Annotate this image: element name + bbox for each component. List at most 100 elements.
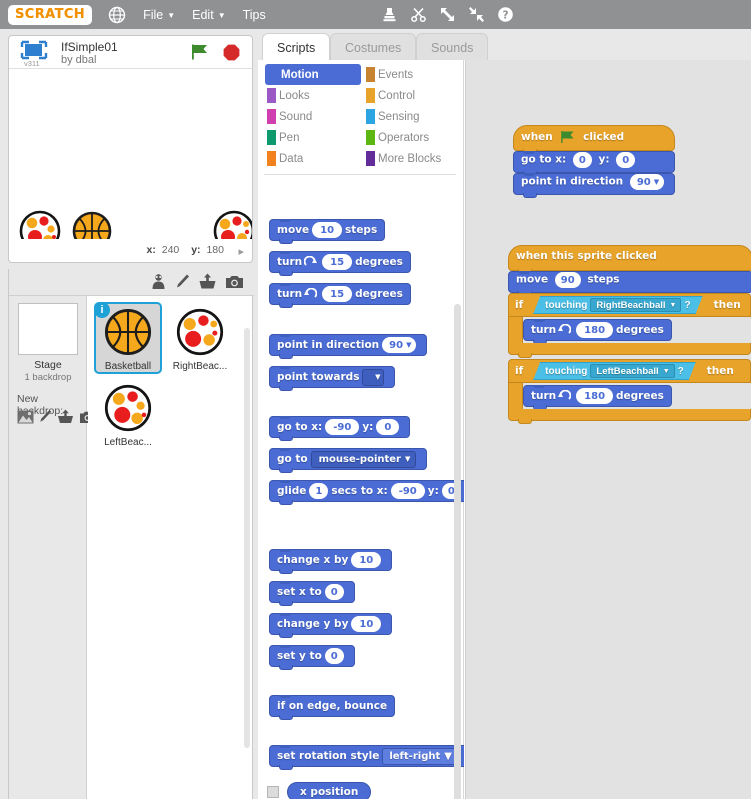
palette-block-change-x-by[interactable]: change x by 10	[269, 549, 393, 574]
sprite-item-leftbeachball[interactable]: LeftBeac...	[94, 378, 162, 450]
palette-block-if-on-edge-bounce[interactable]: if on edge, bounce	[269, 695, 396, 720]
block-go-to-xy[interactable]: go to x: 0 y: 0	[513, 151, 676, 176]
green-flag-icon[interactable]	[190, 43, 210, 66]
if-header[interactable]: if touching RightBeachball ▼ ? then	[508, 293, 751, 317]
palette-scrollbar[interactable]	[454, 304, 461, 799]
point-towards-dropdown[interactable]	[362, 368, 385, 386]
glide-x-input[interactable]: -90	[390, 483, 425, 499]
stamp-icon[interactable]	[381, 6, 398, 23]
change-x-input[interactable]: 10	[351, 552, 382, 568]
upload-backdrop-icon[interactable]	[57, 409, 74, 429]
scissors-icon[interactable]	[410, 6, 427, 23]
category-data[interactable]: Data	[265, 148, 361, 169]
palette-block-turn-cw[interactable]: turn 15 degrees	[269, 251, 411, 276]
palette-block-x-position[interactable]: x position	[287, 782, 372, 799]
menu-tips[interactable]: Tips	[243, 8, 266, 22]
category-sensing[interactable]: Sensing	[364, 106, 460, 127]
goto-y-input[interactable]: 0	[616, 152, 636, 168]
block-if-touching-rightbeachball[interactable]: if touching RightBeachball ▼ ? then turn…	[508, 293, 751, 358]
menu-edit[interactable]: Edit ▼	[192, 8, 225, 22]
touching-target-dropdown[interactable]: RightBeachball ▼	[590, 298, 681, 312]
stop-icon[interactable]	[223, 44, 240, 61]
palette-block-go-to-xy[interactable]: go to x: -90 y: 0	[269, 416, 411, 441]
block-point-in-direction[interactable]: point in direction 90 ▼	[513, 173, 676, 198]
expand-arrow-icon[interactable]: ▸	[238, 245, 244, 258]
category-more-blocks[interactable]: More Blocks	[364, 148, 460, 169]
choose-backdrop-icon[interactable]	[17, 410, 34, 429]
palette-block-glide[interactable]: glide 1 secs to x: -90 y: 0	[269, 480, 464, 505]
category-pen[interactable]: Pen	[265, 127, 361, 148]
move-steps-input[interactable]: 10	[312, 222, 343, 238]
block-text: move	[277, 224, 310, 236]
stage-sprite-rightbeachball[interactable]	[213, 210, 252, 239]
point-direction-dropdown[interactable]: 90 ▼	[629, 174, 665, 190]
sprite-info-icon[interactable]: i	[94, 302, 110, 318]
palette-block-point-towards[interactable]: point towards	[269, 366, 396, 391]
turn-cw-input[interactable]: 15	[322, 254, 353, 270]
rotation-style-dropdown[interactable]: left-right ▼	[382, 747, 457, 765]
palette-block-point-in-direction[interactable]: point in direction 90 ▼	[269, 334, 428, 359]
category-looks[interactable]: Looks	[265, 85, 361, 106]
block-when-this-sprite-clicked[interactable]: when this sprite clicked	[508, 245, 751, 274]
sprite-item-rightbeachball[interactable]: RightBeac...	[166, 302, 234, 374]
block-move-steps[interactable]: move 90 steps	[508, 271, 751, 296]
goto-x-input[interactable]: -90	[325, 419, 360, 435]
turn-degrees-input[interactable]: 180	[576, 388, 614, 404]
shrink-icon[interactable]	[468, 6, 485, 23]
camera-sprite-icon[interactable]	[225, 274, 244, 295]
palette-block-change-y-by[interactable]: change y by 10	[269, 613, 393, 638]
set-y-input[interactable]: 0	[324, 648, 344, 664]
x-position-checkbox[interactable]	[267, 786, 279, 798]
stage-thumbnail[interactable]	[18, 303, 78, 355]
block-touching-rightbeachball[interactable]: touching RightBeachball ▼ ?	[533, 296, 702, 314]
grow-icon[interactable]	[439, 6, 456, 23]
paint-sprite-icon[interactable]	[175, 273, 190, 295]
change-y-input[interactable]: 10	[351, 616, 382, 632]
palette-block-set-rotation-style[interactable]: set rotation style left-right ▼	[269, 745, 464, 770]
scratch-logo[interactable]: SCRATCH	[8, 4, 93, 25]
help-icon[interactable]: ?	[497, 6, 514, 23]
if-header[interactable]: if touching LeftBeachball ▼ ? then	[508, 359, 751, 383]
menu-file[interactable]: File ▼	[143, 8, 175, 22]
palette-block-set-y-to[interactable]: set y to 0	[269, 645, 355, 670]
tab-sounds[interactable]: Sounds	[416, 33, 489, 60]
touching-target-dropdown[interactable]: LeftBeachball ▼	[590, 364, 674, 378]
new-sprite-icon[interactable]	[150, 273, 167, 295]
category-operators[interactable]: Operators	[364, 127, 460, 148]
sprite-item-basketball[interactable]: i Basketball	[94, 302, 162, 374]
block-touching-leftbeachball[interactable]: touching LeftBeachball ▼ ?	[533, 362, 696, 380]
block-turn-ccw-180[interactable]: turn 180 degrees	[523, 385, 672, 410]
fullscreen-icon[interactable]: v311	[19, 40, 53, 68]
block-when-flag-clicked[interactable]: when clicked	[513, 125, 676, 154]
tab-scripts[interactable]: Scripts	[262, 33, 331, 60]
category-motion[interactable]: Motion	[265, 64, 361, 85]
turn-degrees-input[interactable]: 180	[576, 322, 614, 338]
category-events[interactable]: Events	[364, 64, 460, 85]
palette-block-move-steps[interactable]: move 10 steps	[269, 219, 386, 244]
scripts-canvas[interactable]: when clicked go to x: 0 y: 0 point in di…	[465, 60, 751, 799]
goto-x-input[interactable]: 0	[572, 152, 592, 168]
block-if-touching-leftbeachball[interactable]: if touching LeftBeachball ▼ ? then turn …	[508, 359, 751, 424]
set-x-input[interactable]: 0	[324, 584, 344, 600]
point-direction-dropdown[interactable]: 90 ▼	[382, 337, 417, 353]
category-sound[interactable]: Sound	[265, 106, 361, 127]
globe-icon[interactable]	[108, 6, 126, 24]
glide-secs-input[interactable]: 1	[309, 483, 329, 499]
palette-block-go-to-target[interactable]: go to mouse-pointer ▼	[269, 448, 428, 473]
palette-block-turn-ccw[interactable]: turn 15 degrees	[269, 283, 411, 308]
palette-block-set-x-to[interactable]: set x to 0	[269, 581, 355, 606]
tab-costumes[interactable]: Costumes	[330, 33, 417, 60]
paint-backdrop-icon[interactable]	[39, 409, 52, 429]
block-turn-ccw-180[interactable]: turn 180 degrees	[523, 319, 672, 344]
sprite-list-scrollbar[interactable]	[244, 328, 250, 748]
move-steps-input[interactable]: 90	[554, 272, 581, 288]
stage-sprite-basketball[interactable]	[72, 211, 112, 239]
stage-sprite-leftbeachball[interactable]	[19, 210, 61, 239]
turn-ccw-input[interactable]: 15	[322, 286, 353, 302]
if-left-arm	[508, 383, 523, 409]
go-to-target-dropdown[interactable]: mouse-pointer ▼	[310, 450, 417, 468]
goto-y-input[interactable]: 0	[376, 419, 400, 435]
stage-canvas[interactable]	[9, 70, 252, 239]
upload-sprite-icon[interactable]	[198, 273, 217, 295]
category-control[interactable]: Control	[364, 85, 460, 106]
